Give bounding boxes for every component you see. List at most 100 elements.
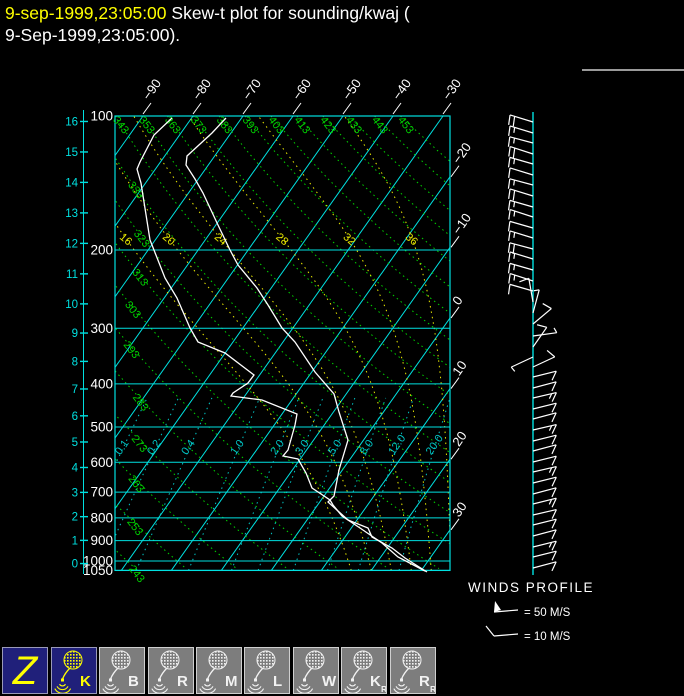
toolbar-button-sounding-rr[interactable]: RR	[389, 647, 436, 694]
svg-text:13: 13	[65, 208, 78, 220]
balloon-sounding-icon: W	[296, 650, 337, 694]
svg-text:K: K	[370, 673, 381, 690]
balloon-sounding-icon: B	[102, 650, 139, 694]
svg-text:−80: −80	[189, 76, 214, 103]
toolbar-button-z-tool[interactable]: Z	[2, 647, 49, 694]
svg-text:11: 11	[66, 269, 78, 281]
svg-text:343: 343	[110, 114, 131, 136]
flag-shape	[494, 601, 501, 612]
svg-text:R: R	[430, 684, 435, 693]
svg-text:100: 100	[90, 109, 113, 124]
z-tool-icon: Z	[12, 649, 39, 693]
svg-text:800: 800	[90, 510, 113, 525]
svg-text:8: 8	[72, 356, 78, 368]
isotherm-lines	[115, 115, 450, 571]
svg-text:7: 7	[72, 384, 78, 396]
balloon-sounding-icon: K	[54, 650, 91, 694]
svg-text:−60: −60	[289, 76, 314, 103]
svg-text:313: 313	[129, 267, 150, 289]
svg-text:1050: 1050	[83, 563, 113, 578]
svg-text:293: 293	[121, 339, 142, 361]
title-description: Skew-t plot for sounding/kwaj (	[166, 3, 410, 23]
toolbar-button-sounding-m[interactable]: M	[195, 647, 242, 694]
svg-text:2: 2	[72, 512, 78, 524]
svg-text:R: R	[419, 673, 430, 690]
svg-text:393: 393	[240, 114, 261, 136]
svg-text:0: 0	[449, 293, 465, 308]
title-timestamp: 9-sep-1999,23:05:00	[5, 3, 167, 23]
toolbar-button-sounding-kr[interactable]: KR	[341, 647, 387, 694]
svg-text:10: 10	[449, 358, 470, 378]
svg-text:373: 373	[188, 114, 209, 136]
svg-text:12.0: 12.0	[386, 433, 408, 457]
svg-text:0.4: 0.4	[179, 438, 198, 457]
svg-text:0: 0	[72, 559, 78, 571]
balloon-sounding-icon: M	[199, 650, 238, 694]
balloon-sounding-icon: KR	[344, 650, 387, 694]
toolbar-button-sounding-r[interactable]: R	[147, 647, 194, 694]
toolbar-button-sounding-l[interactable]: L	[244, 647, 291, 694]
app-window: 9-sep-1999,23:05:00 Skew-t plot for soun…	[0, 0, 684, 696]
svg-text:K: K	[80, 673, 91, 690]
svg-text:R: R	[177, 673, 188, 690]
svg-text:3: 3	[72, 487, 78, 499]
pressure-axis: 10020030040050060070080090010001050	[83, 109, 113, 578]
wind-legend: WINDS PROFILE= 50 M/S= 10 M/S= 5 M/S	[468, 580, 593, 665]
toolbar-button-sounding-b[interactable]: B	[99, 647, 146, 694]
svg-text:400: 400	[90, 376, 113, 391]
svg-text:0.1: 0.1	[113, 438, 132, 457]
svg-text:200: 200	[90, 242, 113, 257]
svg-text:500: 500	[90, 420, 113, 435]
svg-text:3.0: 3.0	[293, 438, 312, 457]
svg-text:Z: Z	[12, 649, 39, 693]
svg-text:14: 14	[65, 177, 78, 189]
svg-text:1.0: 1.0	[228, 438, 247, 457]
svg-text:20: 20	[449, 428, 470, 448]
svg-text:−40: −40	[389, 76, 414, 103]
mixing-ratio-lines	[115, 397, 450, 571]
svg-text:6: 6	[72, 411, 78, 423]
toolbar-button-sounding-w[interactable]: W	[292, 647, 339, 694]
svg-text:−50: −50	[339, 76, 364, 103]
svg-text:= 10 M/S: = 10 M/S	[524, 631, 571, 643]
plot-title: 9-sep-1999,23:05:00 Skew-t plot for soun…	[5, 2, 525, 46]
svg-text:M: M	[225, 673, 238, 690]
svg-text:−10: −10	[449, 210, 474, 237]
svg-text:15: 15	[65, 147, 78, 159]
toolbar: ZKBRMLWKRRR	[0, 647, 436, 696]
svg-text:243: 243	[126, 563, 147, 585]
svg-text:443: 443	[369, 114, 390, 136]
svg-text:403: 403	[266, 114, 287, 136]
svg-text:30: 30	[449, 499, 470, 519]
barb-10-icon	[493, 633, 519, 637]
svg-text:413: 413	[291, 114, 312, 136]
window-separator	[582, 69, 684, 71]
svg-text:900: 900	[90, 533, 113, 548]
skewt-plot-canvas: 243253263273283293303313323333343 353 363 3…	[65, 76, 593, 665]
svg-text:12: 12	[65, 238, 78, 250]
svg-text:L: L	[273, 673, 282, 690]
balloon-sounding-icon: R	[150, 650, 188, 694]
temp-axis-labels: −90 −80 −70 −60 −50 −40 −30 −20 −10 0 10 20 30	[139, 76, 474, 531]
svg-text:0.2: 0.2	[145, 438, 164, 457]
wind-profile	[507, 112, 558, 575]
svg-text:R: R	[381, 684, 386, 693]
svg-text:−30: −30	[439, 76, 464, 103]
svg-text:353: 353	[136, 114, 157, 136]
svg-text:300: 300	[90, 321, 113, 336]
svg-text:−70: −70	[239, 76, 264, 103]
svg-text:9: 9	[72, 328, 78, 340]
svg-text:W: W	[322, 673, 337, 690]
svg-text:700: 700	[90, 485, 113, 500]
svg-text:433: 433	[343, 114, 364, 136]
title-line2: 9-Sep-1999,23:05:00).	[5, 25, 181, 45]
svg-text:24: 24	[212, 231, 229, 248]
svg-text:10: 10	[65, 299, 78, 311]
svg-text:36: 36	[403, 231, 420, 248]
balloon-sounding-icon: L	[247, 650, 283, 694]
dry-adiabat-lines	[115, 115, 450, 570]
height-axis: 012345678910111213141516	[65, 110, 88, 574]
svg-text:16: 16	[65, 116, 78, 128]
svg-text:283: 283	[130, 392, 151, 414]
toolbar-button-sounding-k[interactable]: K	[50, 647, 97, 694]
